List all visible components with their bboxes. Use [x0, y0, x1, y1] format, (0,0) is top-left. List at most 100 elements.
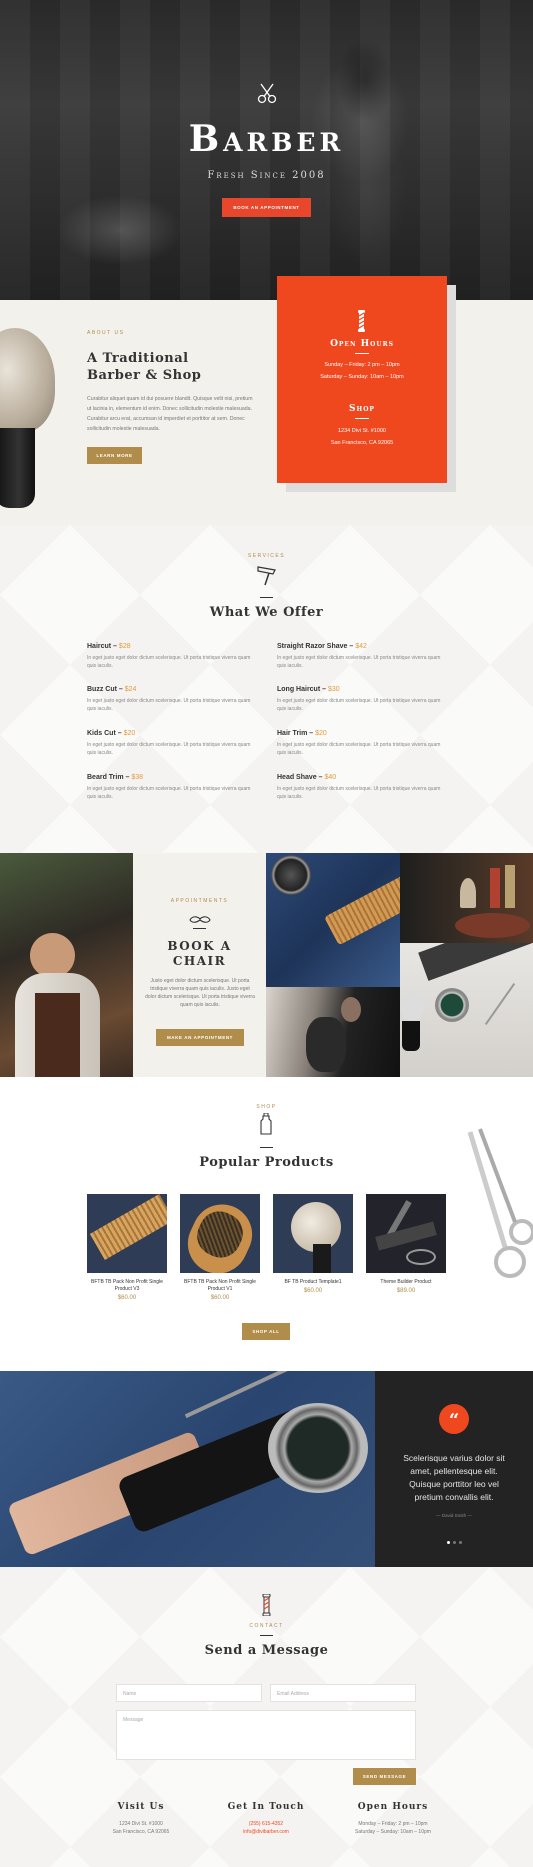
name-field[interactable]: Name [116, 1684, 262, 1702]
shop-address-line1: 1234 Divi St. #1000 [337, 428, 386, 434]
appointment-section: Appointments Book A Chair Justo eget dol… [0, 853, 533, 1077]
title-divider [355, 418, 369, 419]
footer-visit-us: Visit Us 1234 Divi St. #1000 San Francis… [76, 1802, 206, 1836]
shop-heading: Popular Products [199, 1155, 334, 1170]
scissors-icon [256, 82, 278, 104]
open-hours-title: Open Hours [330, 339, 394, 349]
shaving-brush-image [0, 328, 60, 513]
hero-title: Barber [188, 118, 345, 160]
product-card[interactable]: Theme Builder Product $89.00 [366, 1194, 446, 1294]
product-name[interactable]: BF TB Product Template1 [273, 1279, 353, 1286]
appointment-body: Justo eget dolor dictum scelerisque. Ut … [145, 978, 255, 1008]
service-price: $38 [131, 774, 144, 781]
book-appointment-button[interactable]: Book an Appointment [222, 198, 311, 217]
product-price: $89.00 [396, 1288, 416, 1294]
footer-hours-line2: Saturday – Sunday: 10am – 10pm [355, 1829, 431, 1835]
appointment-heading-line2: Chair [172, 954, 227, 968]
service-name: Long Haircut – [277, 686, 327, 693]
hero-subtitle: Fresh Since 2008 [207, 170, 326, 181]
title-divider [260, 597, 273, 598]
message-field[interactable]: Message [116, 1710, 416, 1760]
service-item-head-shave: Head Shave – $40 In eget justo eget dolo… [277, 774, 447, 801]
product-name[interactable]: BFTB TB Pack Non Profit Single Product V… [87, 1279, 167, 1293]
footer-visit-title: Visit Us [117, 1802, 165, 1812]
product-price: $60.00 [210, 1295, 230, 1301]
title-divider [355, 353, 369, 354]
product-image-shaving-brush[interactable] [273, 1194, 353, 1273]
open-hours-card: Open Hours Sunday – Friday: 2 pm – 10pm … [277, 276, 447, 483]
service-desc: In eget justo eget dolor dictum sceleris… [87, 655, 251, 669]
service-name: Haircut – [87, 643, 117, 650]
product-name[interactable]: BFTB TB Pack Non Profit Single Product V… [180, 1279, 260, 1293]
service-item-haircut: Haircut – $28 In eget justo eget dolor d… [87, 643, 257, 670]
hours-weekend: Saturday – Sunday: 10am – 10pm [320, 374, 404, 380]
product-card[interactable]: BF TB Product Template1 $60.00 [273, 1194, 353, 1294]
service-name: Beard Trim – [87, 774, 130, 781]
shop-title: Shop [349, 404, 375, 414]
send-message-button[interactable]: Send Message [353, 1768, 416, 1785]
shop-eyebrow: Shop [256, 1104, 277, 1110]
service-name: Head Shave – [277, 774, 323, 781]
razor-icon [255, 563, 279, 587]
product-price: $60.00 [303, 1288, 323, 1294]
slider-dot-2[interactable] [453, 1541, 456, 1544]
service-price: $30 [327, 686, 340, 693]
email-field[interactable]: Email Address [270, 1684, 416, 1702]
service-desc: In eget justo eget dolor dictum sceleris… [277, 655, 441, 669]
appointment-heading-line1: Book A [167, 939, 232, 953]
services-eyebrow: Services [247, 553, 286, 559]
service-item-beard-trim: Beard Trim – $38 In eget justo eget dolo… [87, 774, 257, 801]
footer-touch-title: Get In Touch [227, 1802, 305, 1812]
scissors-decoration-image [460, 1127, 533, 1297]
slider-dot-3[interactable] [459, 1541, 462, 1544]
shop-all-button[interactable]: Shop All [242, 1323, 290, 1340]
product-image-comb[interactable] [87, 1194, 167, 1273]
footer-email-link[interactable]: info@divibarber.com [201, 1828, 331, 1836]
slider-dot-1[interactable] [447, 1541, 450, 1544]
mustache-icon [189, 912, 211, 923]
service-item-kids-cut: Kids Cut – $20 In eget justo eget dolor … [87, 730, 257, 757]
shop-address-line2: San Francisco, CA 92065 [330, 440, 394, 446]
about-section: About Us A Traditional Barber & Shop Cur… [0, 300, 533, 525]
title-divider [260, 1635, 273, 1636]
service-desc: In eget justo eget dolor dictum sceleris… [87, 698, 251, 712]
service-desc: In eget justo eget dolor dictum sceleris… [87, 786, 251, 800]
product-name[interactable]: Theme Builder Product [366, 1279, 446, 1286]
footer-open-hours: Open Hours Monday – Friday: 2 pm – 10pm … [328, 1802, 458, 1836]
hero-section: Barber Fresh Since 2008 Book an Appointm… [0, 0, 533, 300]
quote-icon: “ [439, 1404, 469, 1434]
razor-shave-photo [266, 987, 400, 1077]
service-name: Straight Razor Shave – [277, 643, 354, 650]
contact-heading: Send a Message [204, 1643, 329, 1658]
services-section: Services What We Offer Haircut – $28 In … [0, 525, 533, 853]
service-item-long-haircut: Long Haircut – $30 In eget justo eget do… [277, 686, 447, 713]
about-heading-line2: Barber & Shop [87, 368, 202, 383]
learn-more-button[interactable]: Learn More [87, 447, 142, 464]
scissors-brush-photo [400, 943, 533, 1077]
service-desc: In eget justo eget dolor dictum sceleris… [277, 698, 441, 712]
product-price: $60.00 [117, 1295, 137, 1301]
footer-visit-line2: San Francisco, CA 92065 [112, 1829, 170, 1835]
service-item-hair-trim: Hair Trim – $20 In eget justo eget dolor… [277, 730, 447, 757]
barber-pole-icon [262, 1593, 271, 1617]
product-image-barber-tools[interactable] [366, 1194, 446, 1273]
service-desc: In eget justo eget dolor dictum sceleris… [87, 742, 251, 756]
footer-hours-title: Open Hours [357, 1802, 429, 1812]
service-price: $24 [124, 686, 137, 693]
footer-hours-line1: Monday – Friday: 2 pm – 10pm [358, 1821, 428, 1827]
service-price: $40 [324, 774, 337, 781]
appointment-eyebrow: Appointments [170, 898, 229, 904]
footer-phone-link[interactable]: (255) 615-4352 [201, 1820, 331, 1828]
make-appointment-button[interactable]: Make an Appointment [156, 1029, 244, 1046]
title-divider [193, 928, 206, 929]
product-image-beard-brush[interactable] [180, 1194, 260, 1273]
service-name: Kids Cut – [87, 730, 122, 737]
services-heading: What We Offer [209, 605, 324, 620]
product-card[interactable]: BFTB TB Pack Non Profit Single Product V… [87, 1194, 167, 1301]
service-name: Buzz Cut – [87, 686, 123, 693]
comb-on-denim-photo [266, 853, 400, 987]
product-card[interactable]: BFTB TB Pack Non Profit Single Product V… [180, 1194, 260, 1301]
grooming-flatlay-photo [0, 1371, 375, 1567]
about-heading-line1: A Traditional [87, 351, 189, 366]
service-item-straight-razor-shave: Straight Razor Shave – $42 In eget justo… [277, 643, 447, 670]
